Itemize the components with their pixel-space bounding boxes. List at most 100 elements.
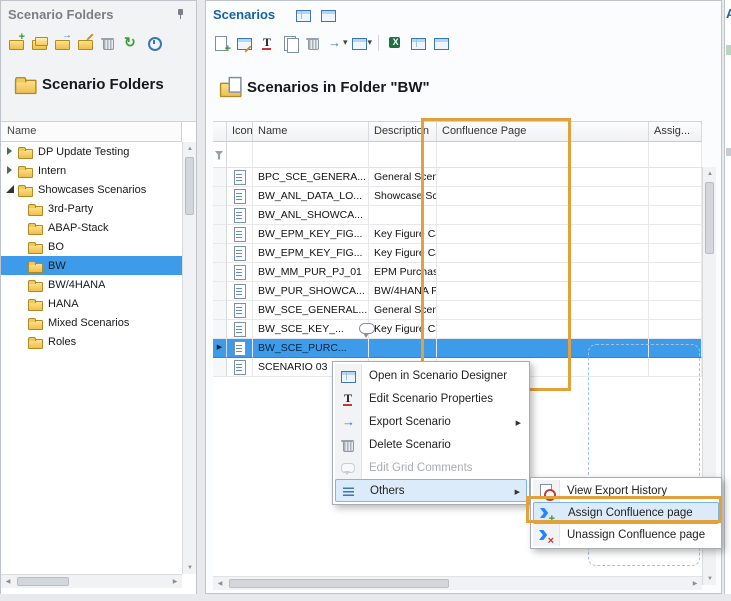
edit-grid-button[interactable] <box>234 33 254 53</box>
folders-header: Scenario Folders <box>1 63 196 105</box>
scroll-up-icon[interactable] <box>183 142 197 155</box>
text-properties-button[interactable] <box>257 33 277 53</box>
grid-settings-button[interactable] <box>318 5 338 25</box>
copy-folder-button[interactable] <box>29 33 49 53</box>
export-list-button[interactable] <box>293 5 313 25</box>
export-folder-button[interactable] <box>52 33 72 53</box>
schedule-button[interactable] <box>144 33 164 53</box>
view-menu-button[interactable] <box>351 33 373 53</box>
tree-item-dp-update-testing[interactable]: DP Update Testing <box>1 142 182 161</box>
delete-scenario-button[interactable] <box>303 33 323 53</box>
edit-folder-button[interactable] <box>75 33 95 53</box>
tree-vertical-scrollbar[interactable] <box>182 142 196 574</box>
cell-assign[interactable] <box>649 187 702 206</box>
scroll-down-icon[interactable] <box>703 572 717 585</box>
scroll-down-icon[interactable] <box>183 561 197 574</box>
tree-item-hana[interactable]: HANA <box>1 294 182 313</box>
column-header-name[interactable]: Name <box>253 122 369 142</box>
scrollbar-thumb[interactable] <box>229 579 449 588</box>
cell-assign[interactable] <box>649 282 702 301</box>
tree-item-showcases-scenarios[interactable]: Showcases Scenarios <box>1 180 182 199</box>
edit-folder-icon <box>77 35 93 51</box>
cell-assign[interactable] <box>649 263 702 282</box>
cell-name[interactable]: BW_ANL_DATA_LO... <box>253 187 369 206</box>
menu-item-label: Unassign Confluence page <box>567 529 705 541</box>
cell-name[interactable]: BW_SCE_GENERAL... <box>253 301 369 320</box>
cell-assign[interactable] <box>649 244 702 263</box>
export-menu-button[interactable] <box>326 33 348 53</box>
scroll-right-icon[interactable] <box>168 575 182 588</box>
scroll-left-icon[interactable] <box>1 575 15 588</box>
tree-item-roles[interactable]: Roles <box>1 332 182 351</box>
tree-item-mixed-scenarios[interactable]: Mixed Scenarios <box>1 313 182 332</box>
grid-horizontal-scrollbar[interactable] <box>213 576 702 590</box>
filter-cell-assign[interactable] <box>649 142 702 168</box>
grid-view-button[interactable] <box>408 33 428 53</box>
menu-item-unassign-confluence-page[interactable]: Unassign Confluence page <box>533 524 719 546</box>
cell-assign[interactable] <box>649 301 702 320</box>
copy-scenario-button[interactable] <box>280 33 300 53</box>
filter-cell-name[interactable] <box>253 142 369 168</box>
scenarios-titlebar: Scenarios <box>206 1 721 28</box>
refresh-button[interactable] <box>121 33 141 53</box>
cell-name[interactable]: BPC_SCE_GENERA... <box>253 168 369 187</box>
schedule-icon <box>146 35 162 51</box>
tree-column-header-name[interactable]: Name <box>1 122 182 142</box>
cell-name[interactable]: BW_EPM_KEY_FIG... <box>253 225 369 244</box>
filter-cell-icon[interactable] <box>227 142 253 168</box>
grid-indicator-header <box>213 122 227 142</box>
new-folder-button[interactable] <box>6 33 26 53</box>
cell-name[interactable]: BW_ANL_SHOWCA... <box>253 206 369 225</box>
cell-name[interactable]: BW_PUR_SHOWCA... <box>253 282 369 301</box>
new-scenario-button[interactable] <box>211 33 231 53</box>
tree-item-intern[interactable]: Intern <box>1 161 182 180</box>
edit-grid-icon <box>236 35 252 51</box>
submenu-arrow-icon <box>516 416 521 428</box>
selected-row-indicator <box>213 339 227 358</box>
delete-scenario-icon <box>305 35 321 51</box>
menu-item-edit-scenario-properties[interactable]: Edit Scenario Properties <box>335 387 527 410</box>
menu-item-label: Edit Grid Comments <box>369 462 473 474</box>
excel-export-button[interactable] <box>385 33 405 53</box>
collapse-icon[interactable] <box>5 180 17 199</box>
tree-item-3rd-party[interactable]: 3rd-Party <box>1 199 182 218</box>
column-header-assign[interactable]: Assig... <box>649 122 702 142</box>
tree-horizontal-scrollbar[interactable] <box>1 574 182 588</box>
menu-item-others[interactable]: Others <box>335 479 527 502</box>
tree-item-abap-stack[interactable]: ABAP-Stack <box>1 218 182 237</box>
cell-assign[interactable] <box>649 320 702 339</box>
scroll-up-icon[interactable] <box>703 167 717 180</box>
scrollbar-thumb[interactable] <box>185 157 194 215</box>
cell-name[interactable]: BW_SCE_KEY_... <box>253 320 369 339</box>
tree-item-bo[interactable]: BO <box>1 237 182 256</box>
tree-item-bw[interactable]: BW <box>1 256 182 275</box>
menu-item-export-scenario[interactable]: Export Scenario <box>335 410 527 433</box>
cell-name[interactable]: BW_MM_PUR_PJ_01 <box>253 263 369 282</box>
menu-item-delete-scenario[interactable]: Delete Scenario <box>335 433 527 456</box>
cell-assign[interactable] <box>649 225 702 244</box>
pin-button[interactable] <box>171 6 189 24</box>
expand-icon[interactable] <box>5 142 17 161</box>
comment-bubble-icon[interactable] <box>359 323 375 334</box>
folder-icon <box>13 72 36 95</box>
tree-item-label: Intern <box>38 165 66 177</box>
scenarios-title-icons <box>293 5 338 25</box>
cell-assign[interactable] <box>649 168 702 187</box>
cell-icon <box>227 225 253 244</box>
cell-name[interactable]: BW_EPM_KEY_FIG... <box>253 244 369 263</box>
tree-item-label: HANA <box>48 298 79 310</box>
row-indicator <box>213 282 227 301</box>
delete-folder-button[interactable] <box>98 33 118 53</box>
grid-columns-button[interactable] <box>431 33 451 53</box>
expand-icon[interactable] <box>5 161 17 180</box>
cell-assign[interactable] <box>649 206 702 225</box>
scroll-left-icon[interactable] <box>213 577 227 590</box>
scrollbar-thumb[interactable] <box>705 182 714 254</box>
menu-item-open-in-scenario-designer[interactable]: Open in Scenario Designer <box>335 364 527 387</box>
cell-name[interactable]: BW_SCE_PURC... <box>253 339 369 358</box>
scroll-right-icon[interactable] <box>688 577 702 590</box>
scenarios-header: Scenarios in Folder "BW" <box>206 67 721 107</box>
tree-item-bw-4hana[interactable]: BW/4HANA <box>1 275 182 294</box>
column-header-icon[interactable]: Icon <box>227 122 253 142</box>
scrollbar-thumb[interactable] <box>17 577 69 586</box>
